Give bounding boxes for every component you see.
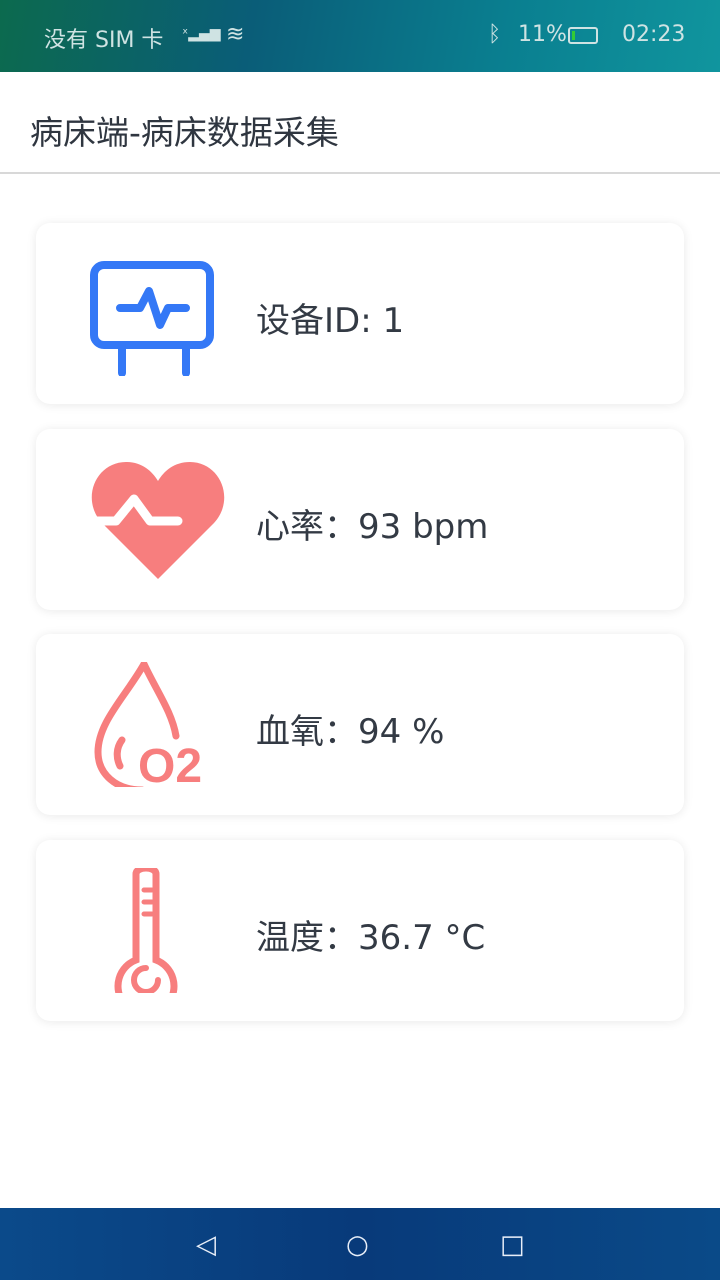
home-button[interactable]: ○ <box>346 1230 369 1260</box>
temperature-card: 温度：36.7 °C <box>36 840 684 1021</box>
blood-oxygen-icon: O2 <box>94 662 202 787</box>
signal-icon: ˣ▂▄▆ <box>182 26 221 42</box>
wifi-icon: ≋ <box>226 22 245 47</box>
heart-rate-card: 心率：93 bpm <box>36 429 684 610</box>
device-id-label: 设备ID: 1 <box>256 301 405 341</box>
battery-text: 11% <box>518 22 567 47</box>
page-title: 病床端-病床数据采集 <box>30 113 339 152</box>
status-bar: 没有 SIM 卡 ˣ▂▄▆ ≋ ᛒ 11% 02:23 <box>0 0 720 72</box>
svg-text:O2: O2 <box>138 740 202 787</box>
thermometer-icon <box>114 868 178 993</box>
blood-oxygen-card: O2 血氧：94 % <box>36 634 684 815</box>
temperature-label: 温度：36.7 °C <box>256 918 486 958</box>
app-bar: 病床端-病床数据采集 <box>0 72 720 174</box>
carrier-text: 没有 SIM 卡 <box>44 28 164 53</box>
blood-oxygen-label: 血氧：94 % <box>256 712 445 752</box>
bluetooth-icon: ᛒ <box>488 22 502 47</box>
navigation-bar: ◁ ○ □ <box>0 1208 720 1280</box>
recents-button[interactable]: □ <box>500 1230 525 1260</box>
clock: 02:23 <box>622 22 686 47</box>
device-id-card: 设备ID: 1 <box>36 223 684 404</box>
back-button[interactable]: ◁ <box>196 1230 216 1260</box>
battery-icon <box>568 27 598 44</box>
monitor-icon <box>90 261 214 376</box>
heart-rate-icon <box>86 462 225 579</box>
heart-rate-label: 心率：93 bpm <box>256 507 489 547</box>
